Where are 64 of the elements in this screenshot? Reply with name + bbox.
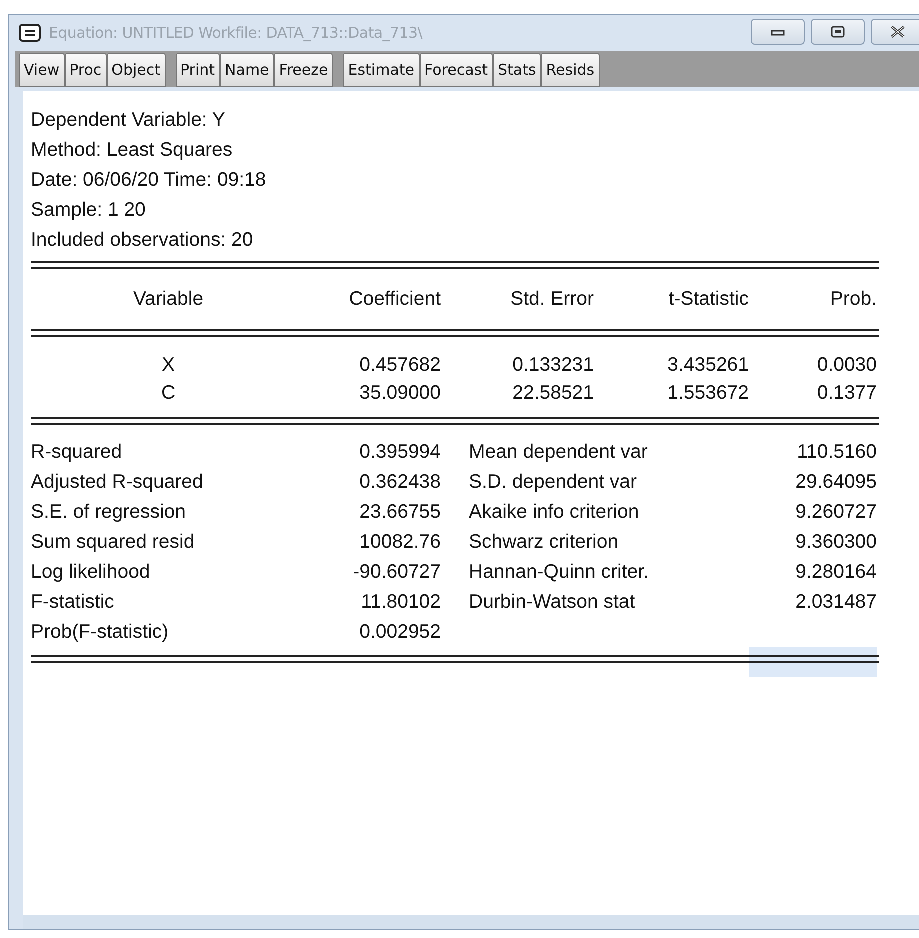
toolbar-button[interactable]: Object [106, 53, 166, 87]
stat-label: Adjusted R-squared [31, 470, 204, 495]
window-title: Equation: UNTITLED Workfile: DATA_713::Data_713\ [49, 24, 422, 42]
stat-label: Akaike info criterion [468, 500, 640, 525]
header-line: Date: 06/06/20 Time: 09:18 [31, 168, 268, 193]
stat-value: 10082.76 [358, 530, 441, 555]
stat-value: 29.64095 [794, 470, 877, 495]
toolbar-button[interactable]: Estimate [343, 53, 420, 87]
stat-value: 0.002952 [358, 620, 441, 645]
stat-label: S.E. of regression [31, 500, 187, 525]
table-cell-text: 22.58521 [512, 381, 594, 406]
column-header: Coefficient [348, 288, 441, 310]
maximize-icon [831, 26, 845, 38]
close-icon [890, 25, 906, 39]
toolbar-button[interactable]: Print [176, 53, 220, 87]
stat-label: Prob(F-statistic) [31, 620, 170, 645]
stat-value: 0.362438 [358, 470, 441, 495]
stat-label: S.D. dependent var [468, 470, 638, 495]
toolbar-button[interactable]: Freeze [274, 53, 334, 87]
stat-label: Log likelihood [31, 560, 152, 585]
toolbar-button[interactable]: Forecast [420, 53, 493, 87]
close-button[interactable] [871, 19, 919, 45]
toolbar-button[interactable]: Proc [64, 53, 107, 87]
toolbar-button[interactable]: Resids [541, 53, 600, 87]
stat-label: Mean dependent var [468, 440, 649, 465]
stat-value: 2.031487 [794, 590, 877, 615]
menu-icon[interactable] [19, 24, 41, 42]
stat-label: Hannan-Quinn criter. [468, 560, 650, 585]
toolbar-button[interactable]: Name [220, 53, 274, 87]
stat-value: 23.66755 [358, 500, 441, 525]
table-cell-text: 1.553672 [666, 381, 749, 406]
table-cell-text: X [160, 353, 176, 378]
stat-value: 11.80102 [360, 590, 441, 615]
stat-value: -90.60727 [352, 560, 441, 585]
stat-label: F-statistic [31, 590, 116, 615]
maximize-button[interactable] [811, 19, 865, 45]
header-line: Included observations: 20 [31, 228, 254, 253]
header-line: Method: Least Squares [31, 138, 234, 163]
column-header: Variable [132, 288, 205, 310]
table-cell-text: 35.09000 [358, 381, 441, 406]
stat-value: 9.360300 [794, 530, 877, 555]
stat-value: 0.395994 [358, 440, 441, 465]
stat-label: Sum squared resid [31, 530, 196, 555]
header-line: Sample: 1 20 [31, 198, 147, 223]
stat-label: R-squared [31, 440, 124, 465]
table-cell-text: 0.457682 [358, 353, 441, 378]
table-cell-text: C [160, 381, 177, 406]
table-cell-text: 0.133231 [512, 353, 594, 378]
stat-value: 110.5160 [796, 440, 877, 465]
column-header: Std. Error [510, 288, 594, 310]
stat-value: 9.280164 [794, 560, 877, 585]
table-cell-text: 0.0030 [816, 353, 877, 378]
header-line: Dependent Variable: Y [31, 108, 226, 133]
toolbar-button[interactable]: View [19, 53, 65, 87]
minimize-button[interactable] [751, 19, 805, 45]
table-cell-text: 0.1377 [816, 381, 877, 406]
stat-label: Schwarz criterion [468, 530, 620, 555]
minimize-icon [771, 28, 785, 36]
column-header: t-Statistic [668, 288, 749, 310]
toolbar-button[interactable]: Stats [492, 53, 542, 87]
table-cell-text: 3.435261 [666, 353, 749, 378]
stat-label: Durbin-Watson stat [468, 590, 636, 615]
stat-value: 9.260727 [794, 500, 877, 525]
column-header: Prob. [829, 288, 877, 310]
